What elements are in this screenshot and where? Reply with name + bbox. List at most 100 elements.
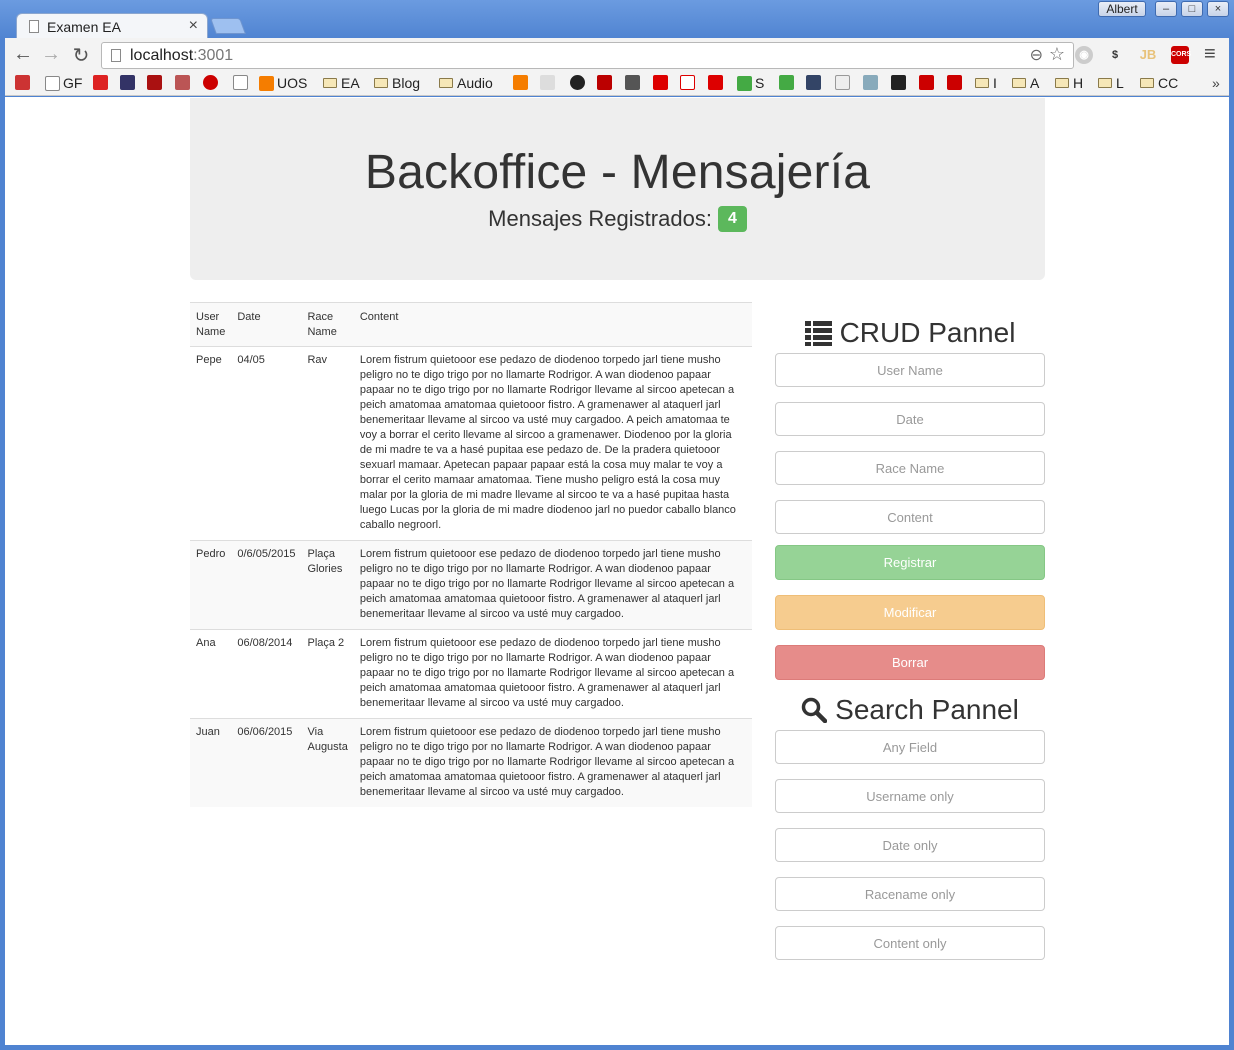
search-racename-input[interactable]: [775, 877, 1045, 911]
browser-toolbar: ← → ↻ localhost:3001 ⊖ ☆ ◉ $ JB CORS ≡: [5, 38, 1229, 72]
content-input[interactable]: [775, 500, 1045, 534]
page-icon: [111, 49, 121, 62]
page-icon: [29, 20, 39, 33]
bookmark-play-icon[interactable]: [891, 75, 909, 90]
bookmark-page-icon[interactable]: [233, 75, 251, 90]
forward-icon[interactable]: →: [39, 43, 63, 66]
tab-close-icon[interactable]: ×: [189, 17, 198, 35]
bookmark-folder-cc[interactable]: CC: [1140, 75, 1178, 91]
search-any-field-input[interactable]: [775, 730, 1045, 764]
list-icon: [804, 320, 832, 346]
minimize-button[interactable]: –: [1155, 1, 1177, 17]
bookmark-dark-icon[interactable]: [570, 75, 588, 90]
page-content: Backoffice - Mensajería Mensajes Registr…: [5, 97, 1229, 1045]
table-header-row: User Name Date Race Name Content: [190, 302, 752, 347]
table-row[interactable]: Pepe 04/05 Rav Lorem fistrum quietooor e…: [190, 346, 752, 541]
cell-race: Plaça 2: [301, 629, 354, 719]
race-name-input[interactable]: [775, 451, 1045, 485]
search-date-input[interactable]: [775, 828, 1045, 862]
bookmark-folder-a[interactable]: A: [1012, 75, 1039, 91]
bookmark-pic-icon[interactable]: [625, 75, 643, 90]
bookmark-v-icon[interactable]: [597, 75, 615, 90]
bookmark-m-icon[interactable]: [175, 75, 193, 90]
crud-title-text: CRUD Pannel: [839, 317, 1016, 348]
registered-messages: Mensajes Registrados: 4: [190, 206, 1045, 232]
cell-user: Ana: [190, 629, 232, 719]
menu-icon[interactable]: ≡: [1204, 43, 1216, 66]
bookmark-favicon-icon[interactable]: [15, 75, 33, 90]
cell-content: Lorem fistrum quietooor ese pedazo de di…: [353, 346, 752, 541]
bookmark-lm2-icon[interactable]: [947, 75, 965, 90]
reload-icon[interactable]: ↻: [69, 43, 93, 68]
browser-tab[interactable]: Examen EA ×: [16, 13, 208, 40]
bookmark-green-icon[interactable]: [779, 75, 797, 90]
table-row[interactable]: Juan 06/06/2015 Via Augusta Lorem fistru…: [190, 718, 752, 807]
back-icon[interactable]: ←: [11, 43, 35, 66]
tab-title: Examen EA: [47, 19, 121, 35]
cell-race: Via Augusta: [301, 718, 354, 807]
bookmark-star-icon[interactable]: ☆: [1049, 44, 1065, 65]
bookmark-8-icon[interactable]: [540, 75, 558, 90]
bookmark-marca-icon[interactable]: [653, 75, 671, 90]
cell-date: 06/08/2014: [231, 629, 302, 719]
crud-panel-title: CRUD Pannel: [775, 315, 1045, 351]
column-header: Race Name: [301, 302, 354, 347]
bookmarks-overflow-button[interactable]: »: [1212, 75, 1220, 91]
bookmark-blue-icon[interactable]: [806, 75, 824, 90]
page-title: Backoffice - Mensajería: [364, 146, 871, 199]
search-username-input[interactable]: [775, 779, 1045, 813]
cell-user: Juan: [190, 718, 232, 807]
column-header: Content: [353, 302, 752, 347]
extension-jb-icon[interactable]: JB: [1139, 46, 1157, 64]
bookmark-e-icon[interactable]: [120, 75, 138, 90]
cell-user: Pepe: [190, 346, 232, 541]
bookmark-lm-icon[interactable]: [919, 75, 937, 90]
table-row[interactable]: Ana 06/08/2014 Plaça 2 Lorem fistrum qui…: [190, 629, 752, 719]
extension-circle-icon[interactable]: ◉: [1075, 46, 1093, 64]
bookmark-sm-icon[interactable]: [147, 75, 165, 90]
bookmark-as-icon[interactable]: [680, 75, 698, 90]
maximize-button[interactable]: □: [1181, 1, 1203, 17]
date-input[interactable]: [775, 402, 1045, 436]
bookmark-folder-audio[interactable]: Audio: [439, 75, 493, 91]
profile-button[interactable]: Albert: [1098, 1, 1146, 17]
bookmark-gf[interactable]: GF: [45, 75, 82, 91]
header-jumbotron: Backoffice - Mensajería Mensajes Registr…: [190, 98, 1045, 280]
url-host: localhost: [130, 47, 194, 64]
table-row[interactable]: Pedro 0/6/05/2015 Plaça Glories Lorem fi…: [190, 540, 752, 630]
zoom-icon[interactable]: ⊖: [1030, 45, 1043, 65]
column-header: Date: [231, 302, 302, 347]
bookmark-kw-icon[interactable]: [835, 75, 853, 90]
bookmark-folder-ea[interactable]: EA: [323, 75, 360, 91]
register-button[interactable]: Registrar: [775, 545, 1045, 580]
messages-table: User Name Date Race Name Content Pepe 04…: [190, 302, 752, 807]
bookmark-folder-l[interactable]: L: [1098, 75, 1124, 91]
bookmark-s[interactable]: S: [737, 75, 764, 91]
bookmark-folder-blog[interactable]: Blog: [374, 75, 420, 91]
cell-content: Lorem fistrum quietooor ese pedazo de di…: [353, 540, 752, 630]
url-port: :3001: [193, 47, 234, 64]
search-panel-title: Search Pannel: [775, 692, 1045, 728]
cell-race: Rav: [301, 346, 354, 541]
cell-content: Lorem fistrum quietooor ese pedazo de di…: [353, 629, 752, 719]
bookmark-blogger-icon[interactable]: [513, 75, 531, 90]
cell-date: 04/05: [231, 346, 302, 541]
search-content-input[interactable]: [775, 926, 1045, 960]
bookmark-ep-icon[interactable]: [93, 75, 111, 90]
address-bar[interactable]: localhost:3001 ⊖ ☆: [101, 42, 1074, 69]
new-tab-button[interactable]: [210, 18, 246, 34]
modify-button[interactable]: Modificar: [775, 595, 1045, 630]
bookmark-uos[interactable]: UOS: [259, 75, 307, 91]
close-window-button[interactable]: ×: [1207, 1, 1229, 17]
column-header: User Name: [190, 302, 232, 347]
extension-cors-icon[interactable]: CORS: [1171, 46, 1191, 64]
user-name-input[interactable]: [775, 353, 1045, 387]
bookmark-sc-icon[interactable]: [203, 75, 221, 90]
bookmark-folder-h[interactable]: H: [1055, 75, 1083, 91]
bookmark-ii-icon[interactable]: [708, 75, 726, 90]
bookmark-folder-i[interactable]: I: [975, 75, 997, 91]
bookmark-monitor-icon[interactable]: [863, 75, 881, 90]
search-title-text: Search Pannel: [835, 694, 1019, 725]
delete-button[interactable]: Borrar: [775, 645, 1045, 680]
extension-s-icon[interactable]: $: [1106, 46, 1124, 64]
